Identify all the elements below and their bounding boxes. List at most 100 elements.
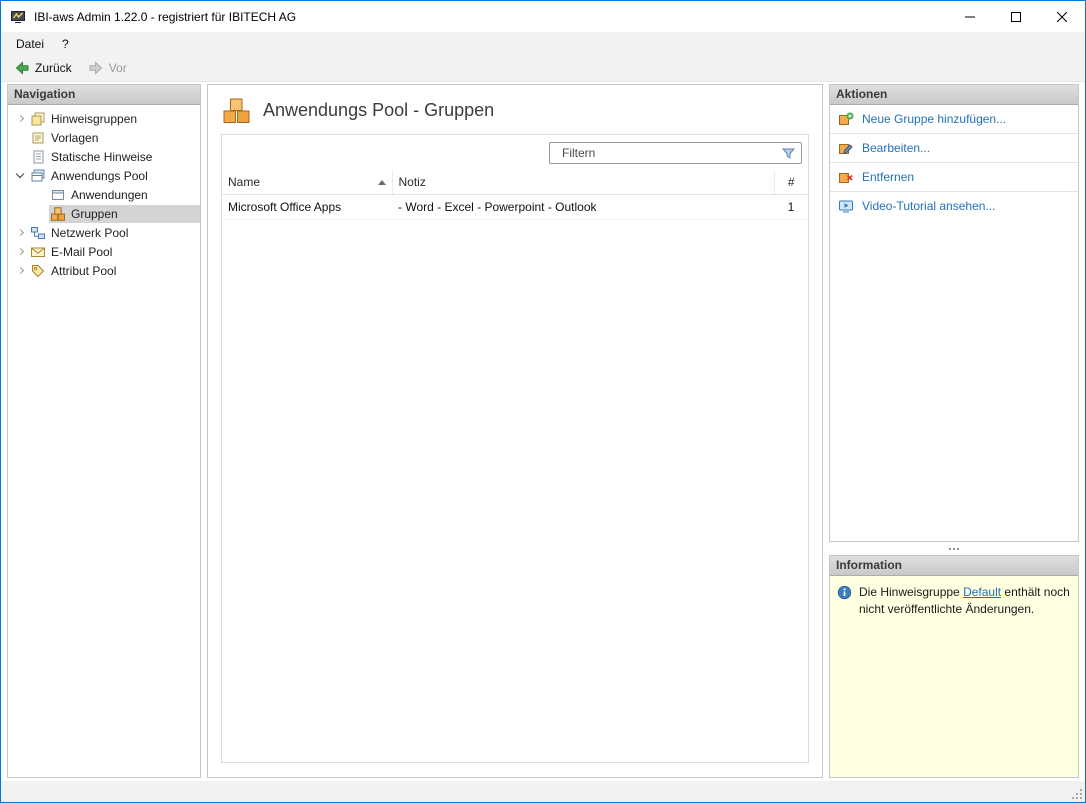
action-neue-gruppe-hinzufuegen[interactable]: Neue Gruppe hinzufügen... <box>830 105 1078 134</box>
tree-item-anwendungs-pool[interactable]: Anwendungs Pool <box>8 166 200 185</box>
column-header-name[interactable]: Name <box>222 170 393 195</box>
close-button[interactable] <box>1039 1 1085 32</box>
expander-icon[interactable] <box>12 110 29 127</box>
tree-item-netzwerk-pool[interactable]: Netzwerk Pool <box>8 223 200 242</box>
table-row[interactable]: Microsoft Office Apps - Word - Excel - P… <box>222 194 808 220</box>
toolbar: Zurück Vor <box>1 55 1085 82</box>
edit-icon <box>838 140 854 156</box>
default-group-link[interactable]: Default <box>963 585 1001 599</box>
page-title: Anwendungs Pool - Gruppen <box>263 100 495 120</box>
aktionen-panel: Aktionen Neue Gruppe hinzufügen... Bearb… <box>829 84 1079 542</box>
column-header-label: Name <box>228 175 261 189</box>
action-video-tutorial[interactable]: Video-Tutorial ansehen... <box>830 192 1078 220</box>
tree-item-email-pool[interactable]: E-Mail Pool <box>8 242 200 261</box>
tree-item-hinweisgruppen[interactable]: Hinweisgruppen <box>8 109 200 128</box>
right-column: Aktionen Neue Gruppe hinzufügen... Bearb… <box>829 84 1079 778</box>
gruppen-icon <box>50 206 66 222</box>
expander-icon[interactable] <box>12 167 29 184</box>
window-title: IBI-aws Admin 1.22.0 - registriert für I… <box>34 9 297 24</box>
tree-item-label: Anwendungs Pool <box>51 168 148 183</box>
titlebar: IBI-aws Admin 1.22.0 - registriert für I… <box>1 1 1085 32</box>
forward-arrow-icon <box>88 60 104 76</box>
tree-item-statische-hinweise[interactable]: Statische Hinweise <box>8 147 200 166</box>
email-pool-icon <box>30 244 46 260</box>
back-arrow-icon <box>14 60 30 76</box>
menu-datei[interactable]: Datei <box>7 34 53 54</box>
action-label: Video-Tutorial ansehen... <box>862 199 996 213</box>
tree-item-label: Netzwerk Pool <box>51 225 129 240</box>
close-icon <box>1057 11 1067 22</box>
window-controls <box>947 1 1085 32</box>
cell-name: Microsoft Office Apps <box>222 194 392 220</box>
group-listview: Name Notiz # Microsoft Office Apps - Wor… <box>221 134 809 763</box>
navigation-header: Navigation <box>8 85 200 105</box>
filter-funnel-icon[interactable] <box>782 147 795 160</box>
information-header: Information <box>830 556 1078 576</box>
forward-button[interactable]: Vor <box>81 58 134 78</box>
minimize-icon <box>965 16 975 17</box>
splitter-dots-icon <box>949 547 951 550</box>
navigation-tree: Hinweisgruppen Vorlagen Statische Hinwei… <box>8 105 200 280</box>
back-button-label: Zurück <box>35 61 72 75</box>
expander-icon[interactable] <box>12 262 29 279</box>
panel-splitter[interactable] <box>829 542 1079 555</box>
back-button[interactable]: Zurück <box>7 58 79 78</box>
main-panel: Anwendungs Pool - Gruppen Filtern Name N… <box>207 84 823 778</box>
table-header-row: Name Notiz # <box>222 170 808 195</box>
video-tutorial-icon <box>838 198 854 214</box>
column-header-notiz[interactable]: Notiz <box>392 170 775 195</box>
information-body: Die Hinweisgruppe Default enthält noch n… <box>830 576 1078 777</box>
maximize-button[interactable] <box>993 1 1039 32</box>
action-entfernen[interactable]: Entfernen <box>830 163 1078 192</box>
information-text: Die Hinweisgruppe Default enthält noch n… <box>859 584 1071 618</box>
expander-icon[interactable] <box>12 243 29 260</box>
gruppen-page-icon <box>222 97 252 124</box>
action-label: Entfernen <box>862 170 915 184</box>
attribut-pool-icon <box>30 263 46 279</box>
expander-icon[interactable] <box>12 224 29 241</box>
tree-item-label: Gruppen <box>71 206 118 221</box>
info-text-before: Die Hinweisgruppe <box>859 585 964 599</box>
menu-help[interactable]: ? <box>53 34 78 54</box>
tree-item-label: Vorlagen <box>51 130 99 145</box>
netzwerk-pool-icon <box>30 225 46 241</box>
minimize-button[interactable] <box>947 1 993 32</box>
tree-item-attribut-pool[interactable]: Attribut Pool <box>8 261 200 280</box>
menubar: Datei ? <box>1 32 1085 55</box>
column-header-count[interactable]: # <box>774 170 808 195</box>
cell-notiz: - Word - Excel - Powerpoint - Outlook <box>392 194 774 220</box>
content-area: Navigation Hinweisgruppen Vorlagen Stati… <box>1 82 1085 781</box>
statische-hinweise-icon <box>30 149 46 165</box>
info-icon <box>837 585 853 600</box>
action-bearbeiten[interactable]: Bearbeiten... <box>830 134 1078 163</box>
app-window: IBI-aws Admin 1.22.0 - registriert für I… <box>0 0 1086 803</box>
anwendungen-icon <box>50 187 66 203</box>
filter-input[interactable] <box>550 146 782 160</box>
vorlagen-icon <box>30 130 46 146</box>
tree-item-label: E-Mail Pool <box>51 244 113 259</box>
tree-item-label: Anwendungen <box>71 187 148 202</box>
cell-count: 1 <box>774 194 808 220</box>
remove-icon <box>838 169 854 185</box>
sort-ascending-icon <box>377 179 386 185</box>
tree-item-anwendungen[interactable]: Anwendungen <box>8 185 200 204</box>
main-title-row: Anwendungs Pool - Gruppen <box>208 85 822 134</box>
maximize-icon <box>1011 11 1021 22</box>
statusbar <box>1 781 1085 802</box>
filter-row <box>222 135 808 170</box>
anwendungs-pool-icon <box>30 168 46 184</box>
tree-item-label: Attribut Pool <box>51 263 117 278</box>
groups-table: Name Notiz # Microsoft Office Apps - Wor… <box>222 170 808 220</box>
app-icon <box>10 9 26 25</box>
tree-item-vorlagen[interactable]: Vorlagen <box>8 128 200 147</box>
tree-item-label: Hinweisgruppen <box>51 111 138 126</box>
aktionen-header: Aktionen <box>830 85 1078 105</box>
tree-item-label: Statische Hinweise <box>51 149 153 164</box>
add-group-icon <box>838 111 854 127</box>
resize-grip[interactable] <box>1070 787 1083 800</box>
tree-item-gruppen[interactable]: Gruppen <box>8 204 200 223</box>
